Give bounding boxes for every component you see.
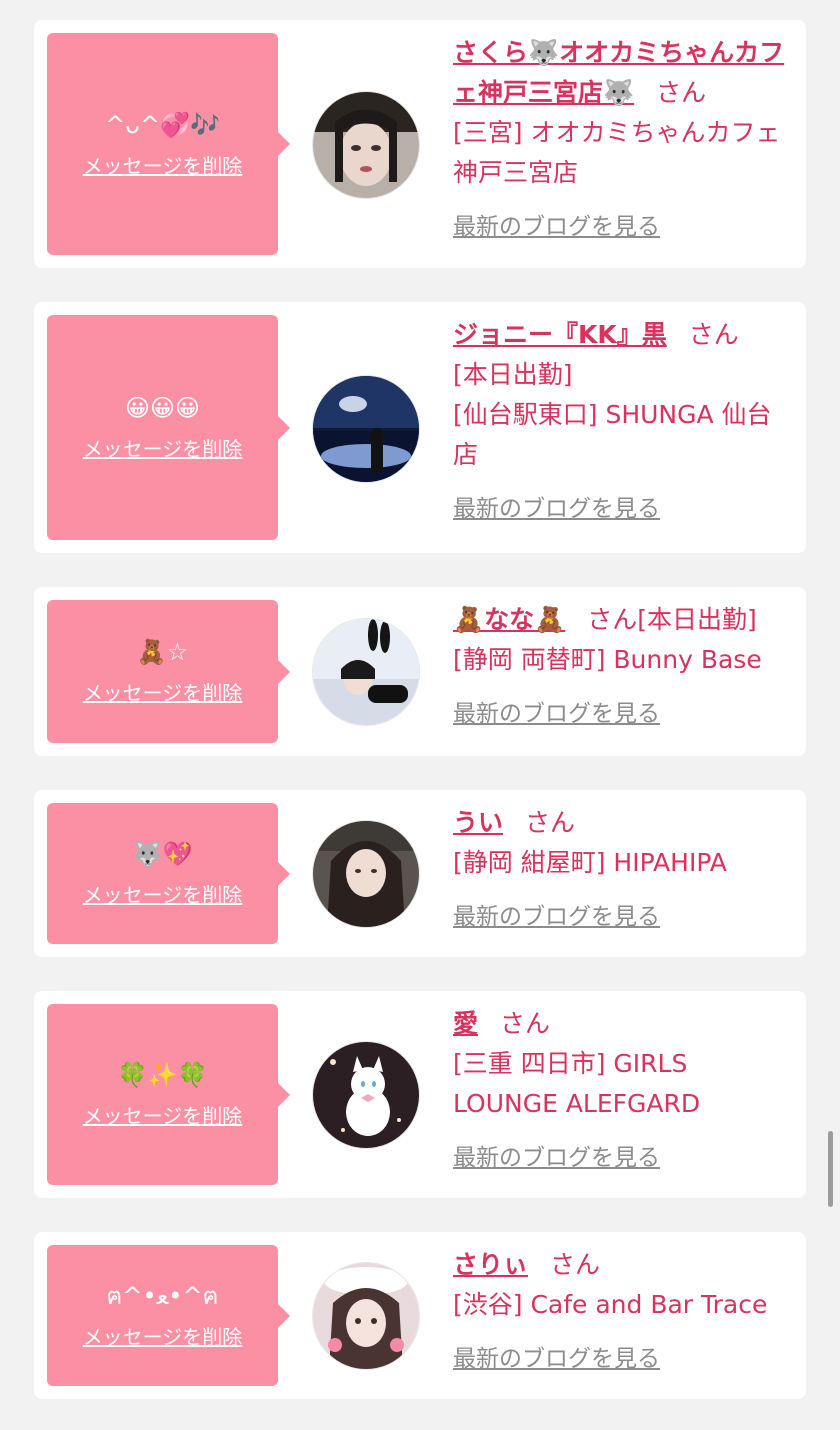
favorite-card: 😀😀😀 メッセージを削除 ジョニー『KK』黒 さん [本日出勤] [仙台駅東口] … (34, 302, 806, 553)
cast-name-link[interactable]: ジョニー『KK』黒 (453, 320, 667, 349)
cast-info: 🧸なな🧸 さん[本日出勤] [静岡 両替町] Bunny Base 最新のブログを… (453, 600, 793, 728)
message-bubble: ฅ^•ﻌ•^ฅ メッセージを削除 (47, 1245, 290, 1386)
latest-blog-link[interactable]: 最新のブログを見る (453, 694, 660, 728)
honorific: さん (525, 808, 576, 837)
message-bubble: 🧸☆ メッセージを削除 (47, 600, 290, 743)
shop-name: [静岡 紺屋町] HIPAHIPA (453, 848, 727, 877)
cast-info: うい さん [静岡 紺屋町] HIPAHIPA 最新のブログを見る (453, 803, 793, 931)
status-tag: [本日出勤] (453, 360, 573, 389)
cast-name-link[interactable]: うい (453, 808, 503, 837)
cast-name-line: 愛さん (453, 1004, 793, 1044)
honorific: さん (500, 1009, 551, 1038)
favorite-card: ฅ^•ﻌ•^ฅ メッセージを削除 さりぃ さん [渋谷] Cafe and Bar… (34, 1232, 806, 1399)
message-bubble: 🍀✨🍀 メッセージを削除 (47, 1004, 290, 1185)
avatar[interactable] (312, 1262, 420, 1370)
message-bubble: ^ᴗ^💞🎶 メッセージを削除 (47, 33, 290, 255)
cast-name-line: ジョニー『KK』黒 さん (453, 315, 793, 355)
delete-message-link[interactable]: メッセージを削除 (83, 677, 243, 706)
status-tag: [本日出勤] (637, 605, 757, 634)
cast-name-link[interactable]: 🧸なな🧸 (453, 605, 565, 634)
latest-blog-link[interactable]: 最新のブログを見る (453, 1339, 660, 1373)
cast-info: さくら🐺オオカミちゃんカフェ神戸三宮店🐺 さん [三宮] オオカミちゃんカフェ神戸… (453, 33, 793, 241)
honorific: さん (656, 78, 707, 107)
cast-info: さりぃ さん [渋谷] Cafe and Bar Trace 最新のブログを見る (453, 1245, 793, 1373)
message-text: 😀😀😀 (124, 394, 201, 422)
latest-blog-link[interactable]: 最新のブログを見る (453, 489, 660, 523)
shop-name: [静岡 両替町] Bunny Base (453, 645, 762, 674)
cast-name-line: 🧸なな🧸 さん[本日出勤] (453, 600, 793, 640)
honorific: さん (550, 1250, 601, 1279)
shop-name: [三重 四日市] GIRLS LOUNGE ALEFGARD (453, 1049, 701, 1118)
message-text: 🐺💖 (132, 840, 193, 868)
avatar[interactable] (312, 91, 420, 199)
latest-blog-link[interactable]: 最新のブログを見る (453, 1138, 660, 1172)
honorific: さん (587, 605, 638, 634)
favorite-card: 🧸☆ メッセージを削除 🧸なな🧸 さん[本日出勤] [静岡 両替町] Bunny … (34, 587, 806, 756)
delete-message-link[interactable]: メッセージを削除 (83, 879, 243, 908)
cast-name-line: さくら🐺オオカミちゃんカフェ神戸三宮店🐺 さん (453, 33, 793, 113)
cast-info: 愛さん [三重 四日市] GIRLS LOUNGE ALEFGARD 最新のブロ… (453, 1004, 793, 1172)
avatar[interactable] (312, 1041, 420, 1149)
latest-blog-link[interactable]: 最新のブログを見る (453, 897, 660, 931)
message-text: ^ᴗ^💞🎶 (105, 110, 220, 139)
message-bubble: 😀😀😀 メッセージを削除 (47, 315, 290, 540)
cast-name-link[interactable]: さりぃ (453, 1250, 528, 1279)
shop-name: [三宮] オオカミちゃんカフェ神戸三宮店 (453, 118, 781, 187)
avatar[interactable] (312, 375, 420, 483)
message-bubble: 🐺💖 メッセージを削除 (47, 803, 290, 944)
delete-message-link[interactable]: メッセージを削除 (83, 433, 243, 462)
message-text: 🍀✨🍀 (117, 1061, 208, 1089)
cast-name-line: うい さん (453, 803, 793, 843)
favorite-card: 🍀✨🍀 メッセージを削除 愛さん [三重 四日市] GIRLS LOUNGE A… (34, 991, 806, 1198)
message-text: ฅ^•ﻌ•^ฅ (106, 1282, 219, 1310)
cast-name-link[interactable]: 愛 (453, 1009, 478, 1038)
favorite-card: ^ᴗ^💞🎶 メッセージを削除 さくら🐺オオカミちゃんカフェ神戸三宮店🐺 さん [三… (34, 20, 806, 268)
shop-name: [仙台駅東口] SHUNGA 仙台店 (453, 400, 772, 469)
cast-name-line: さりぃ さん (453, 1245, 793, 1285)
delete-message-link[interactable]: メッセージを削除 (83, 1100, 243, 1129)
delete-message-link[interactable]: メッセージを削除 (83, 150, 243, 179)
honorific: さん (688, 320, 739, 349)
cast-info: ジョニー『KK』黒 さん [本日出勤] [仙台駅東口] SHUNGA 仙台店 最新… (453, 315, 793, 523)
cast-name-link[interactable]: さくら🐺オオカミちゃんカフェ神戸三宮店🐺 (453, 38, 784, 107)
avatar[interactable] (312, 820, 420, 928)
delete-message-link[interactable]: メッセージを削除 (83, 1321, 243, 1350)
scrollbar[interactable] (828, 1131, 833, 1207)
message-text: 🧸☆ (136, 638, 189, 666)
shop-name: [渋谷] Cafe and Bar Trace (453, 1290, 768, 1319)
latest-blog-link[interactable]: 最新のブログを見る (453, 207, 660, 241)
avatar[interactable] (312, 618, 420, 726)
favorite-card: 🐺💖 メッセージを削除 うい さん [静岡 紺屋町] HIPAHIPA 最新のブロ… (34, 790, 806, 957)
